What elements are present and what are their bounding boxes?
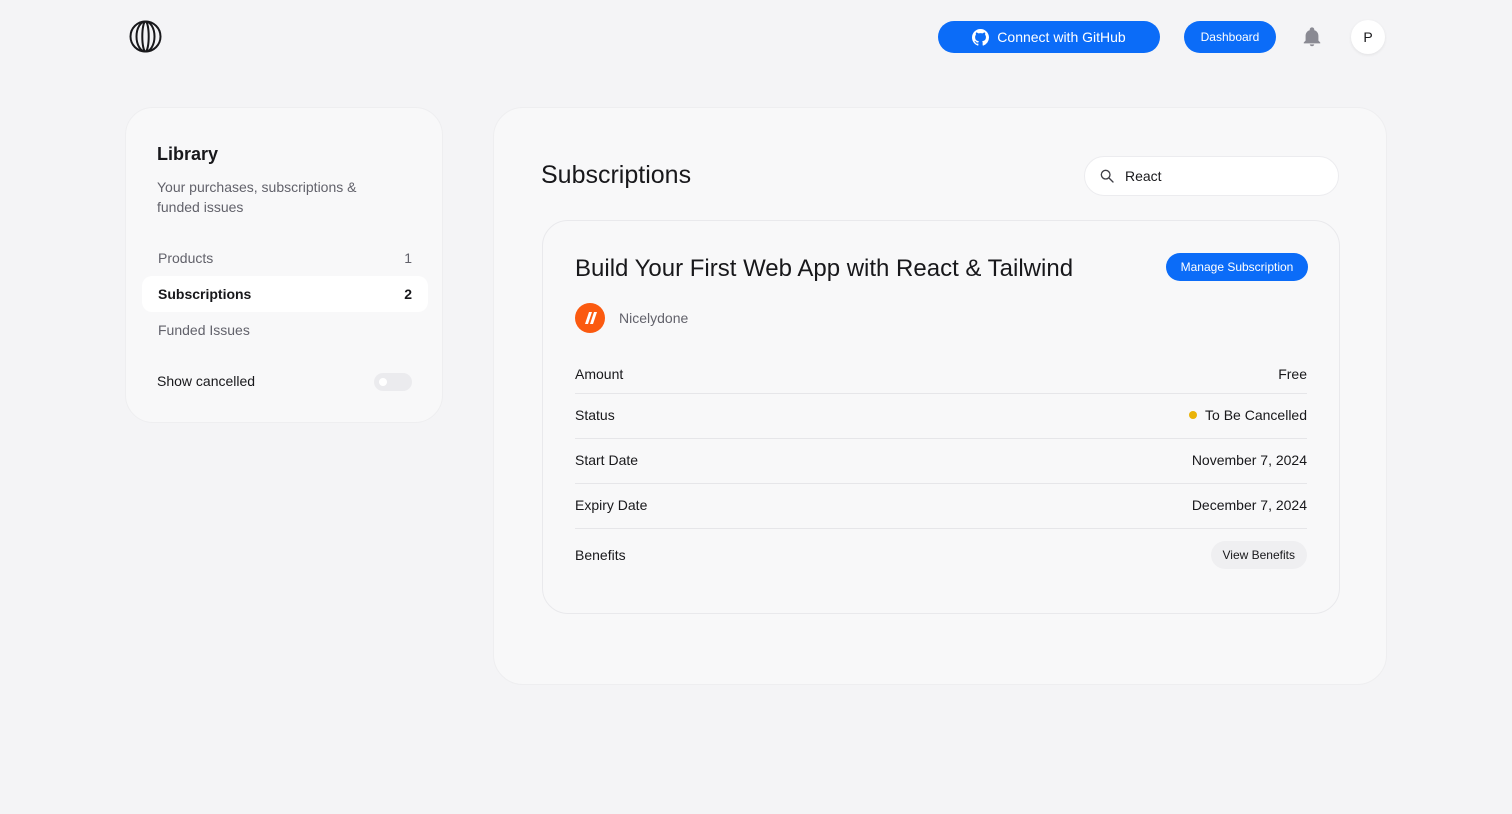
detail-row-start-date: Start Date November 7, 2024 [575, 452, 1307, 468]
organization-link[interactable]: Nicelydone [575, 303, 688, 333]
sidebar-title: Library [157, 144, 219, 164]
nicelydone-logo-icon [575, 303, 605, 333]
detail-label: Benefits [575, 547, 626, 563]
manage-subscription-button[interactable]: Manage Subscription [1166, 253, 1308, 281]
detail-value: December 7, 2024 [1191, 497, 1307, 513]
detail-value: Free [1278, 366, 1307, 382]
divider [575, 483, 1307, 484]
detail-row-expiry-date: Expiry Date December 7, 2024 [575, 497, 1307, 513]
view-benefits-label: View Benefits [1222, 548, 1296, 562]
show-cancelled-toggle[interactable] [374, 373, 412, 391]
sidebar-item-label: Funded Issues [158, 322, 250, 338]
main-panel: Subscriptions Build Your First Web App w… [493, 107, 1387, 685]
status-dot-icon [1189, 411, 1198, 419]
sidebar-item-count: 2 [404, 286, 412, 302]
sidebar-item-count: 1 [404, 250, 412, 266]
divider [575, 438, 1307, 439]
status-value: To Be Cancelled [1189, 407, 1307, 423]
dashboard-button[interactable]: Dashboard [1184, 21, 1276, 53]
sidebar-subtitle: Your purchases, subscriptions & funded i… [157, 179, 357, 215]
show-cancelled-label: Show cancelled [157, 373, 256, 389]
search-input[interactable] [1125, 168, 1315, 184]
avatar[interactable]: P [1351, 20, 1385, 54]
sidebar-item-label: Subscriptions [158, 286, 252, 302]
polar-logo-icon[interactable] [129, 20, 162, 53]
library-sidebar: Library Your purchases, subscriptions & … [125, 107, 443, 423]
dashboard-label: Dashboard [1200, 30, 1260, 44]
page-title: Subscriptions [541, 161, 692, 189]
top-bar: Connect with GitHub Dashboard P [0, 0, 1512, 74]
divider [575, 528, 1307, 529]
view-benefits-button[interactable]: View Benefits [1210, 541, 1307, 569]
sidebar-item-label: Products [158, 250, 214, 266]
detail-label: Status [575, 407, 615, 423]
sidebar-item-subscriptions[interactable]: Subscriptions 2 [142, 276, 428, 312]
detail-row-amount: Amount Free [575, 366, 1307, 382]
connect-github-button[interactable]: Connect with GitHub [938, 21, 1160, 53]
status-text: To Be Cancelled [1205, 407, 1307, 423]
search-icon [1100, 169, 1114, 183]
detail-label: Start Date [575, 452, 639, 468]
bell-icon[interactable] [1301, 26, 1323, 48]
organization-name: Nicelydone [619, 310, 689, 326]
detail-row-status: Status To Be Cancelled [575, 407, 1307, 423]
connect-github-label: Connect with GitHub [997, 29, 1126, 45]
detail-label: Amount [575, 366, 624, 382]
search-box[interactable] [1084, 156, 1339, 196]
detail-label: Expiry Date [575, 497, 648, 513]
avatar-initial: P [1363, 29, 1373, 45]
divider [575, 393, 1307, 394]
detail-row-benefits: Benefits View Benefits [575, 541, 1307, 569]
subscription-card: Build Your First Web App with React & Ta… [542, 220, 1340, 614]
manage-subscription-label: Manage Subscription [1180, 260, 1294, 274]
subscription-title: Build Your First Web App with React & Ta… [575, 255, 1074, 282]
toggle-knob [379, 378, 387, 386]
sidebar-item-funded-issues[interactable]: Funded Issues [142, 312, 428, 348]
detail-value: November 7, 2024 [1191, 452, 1307, 468]
github-icon [972, 28, 990, 46]
sidebar-item-products[interactable]: Products 1 [142, 240, 428, 276]
